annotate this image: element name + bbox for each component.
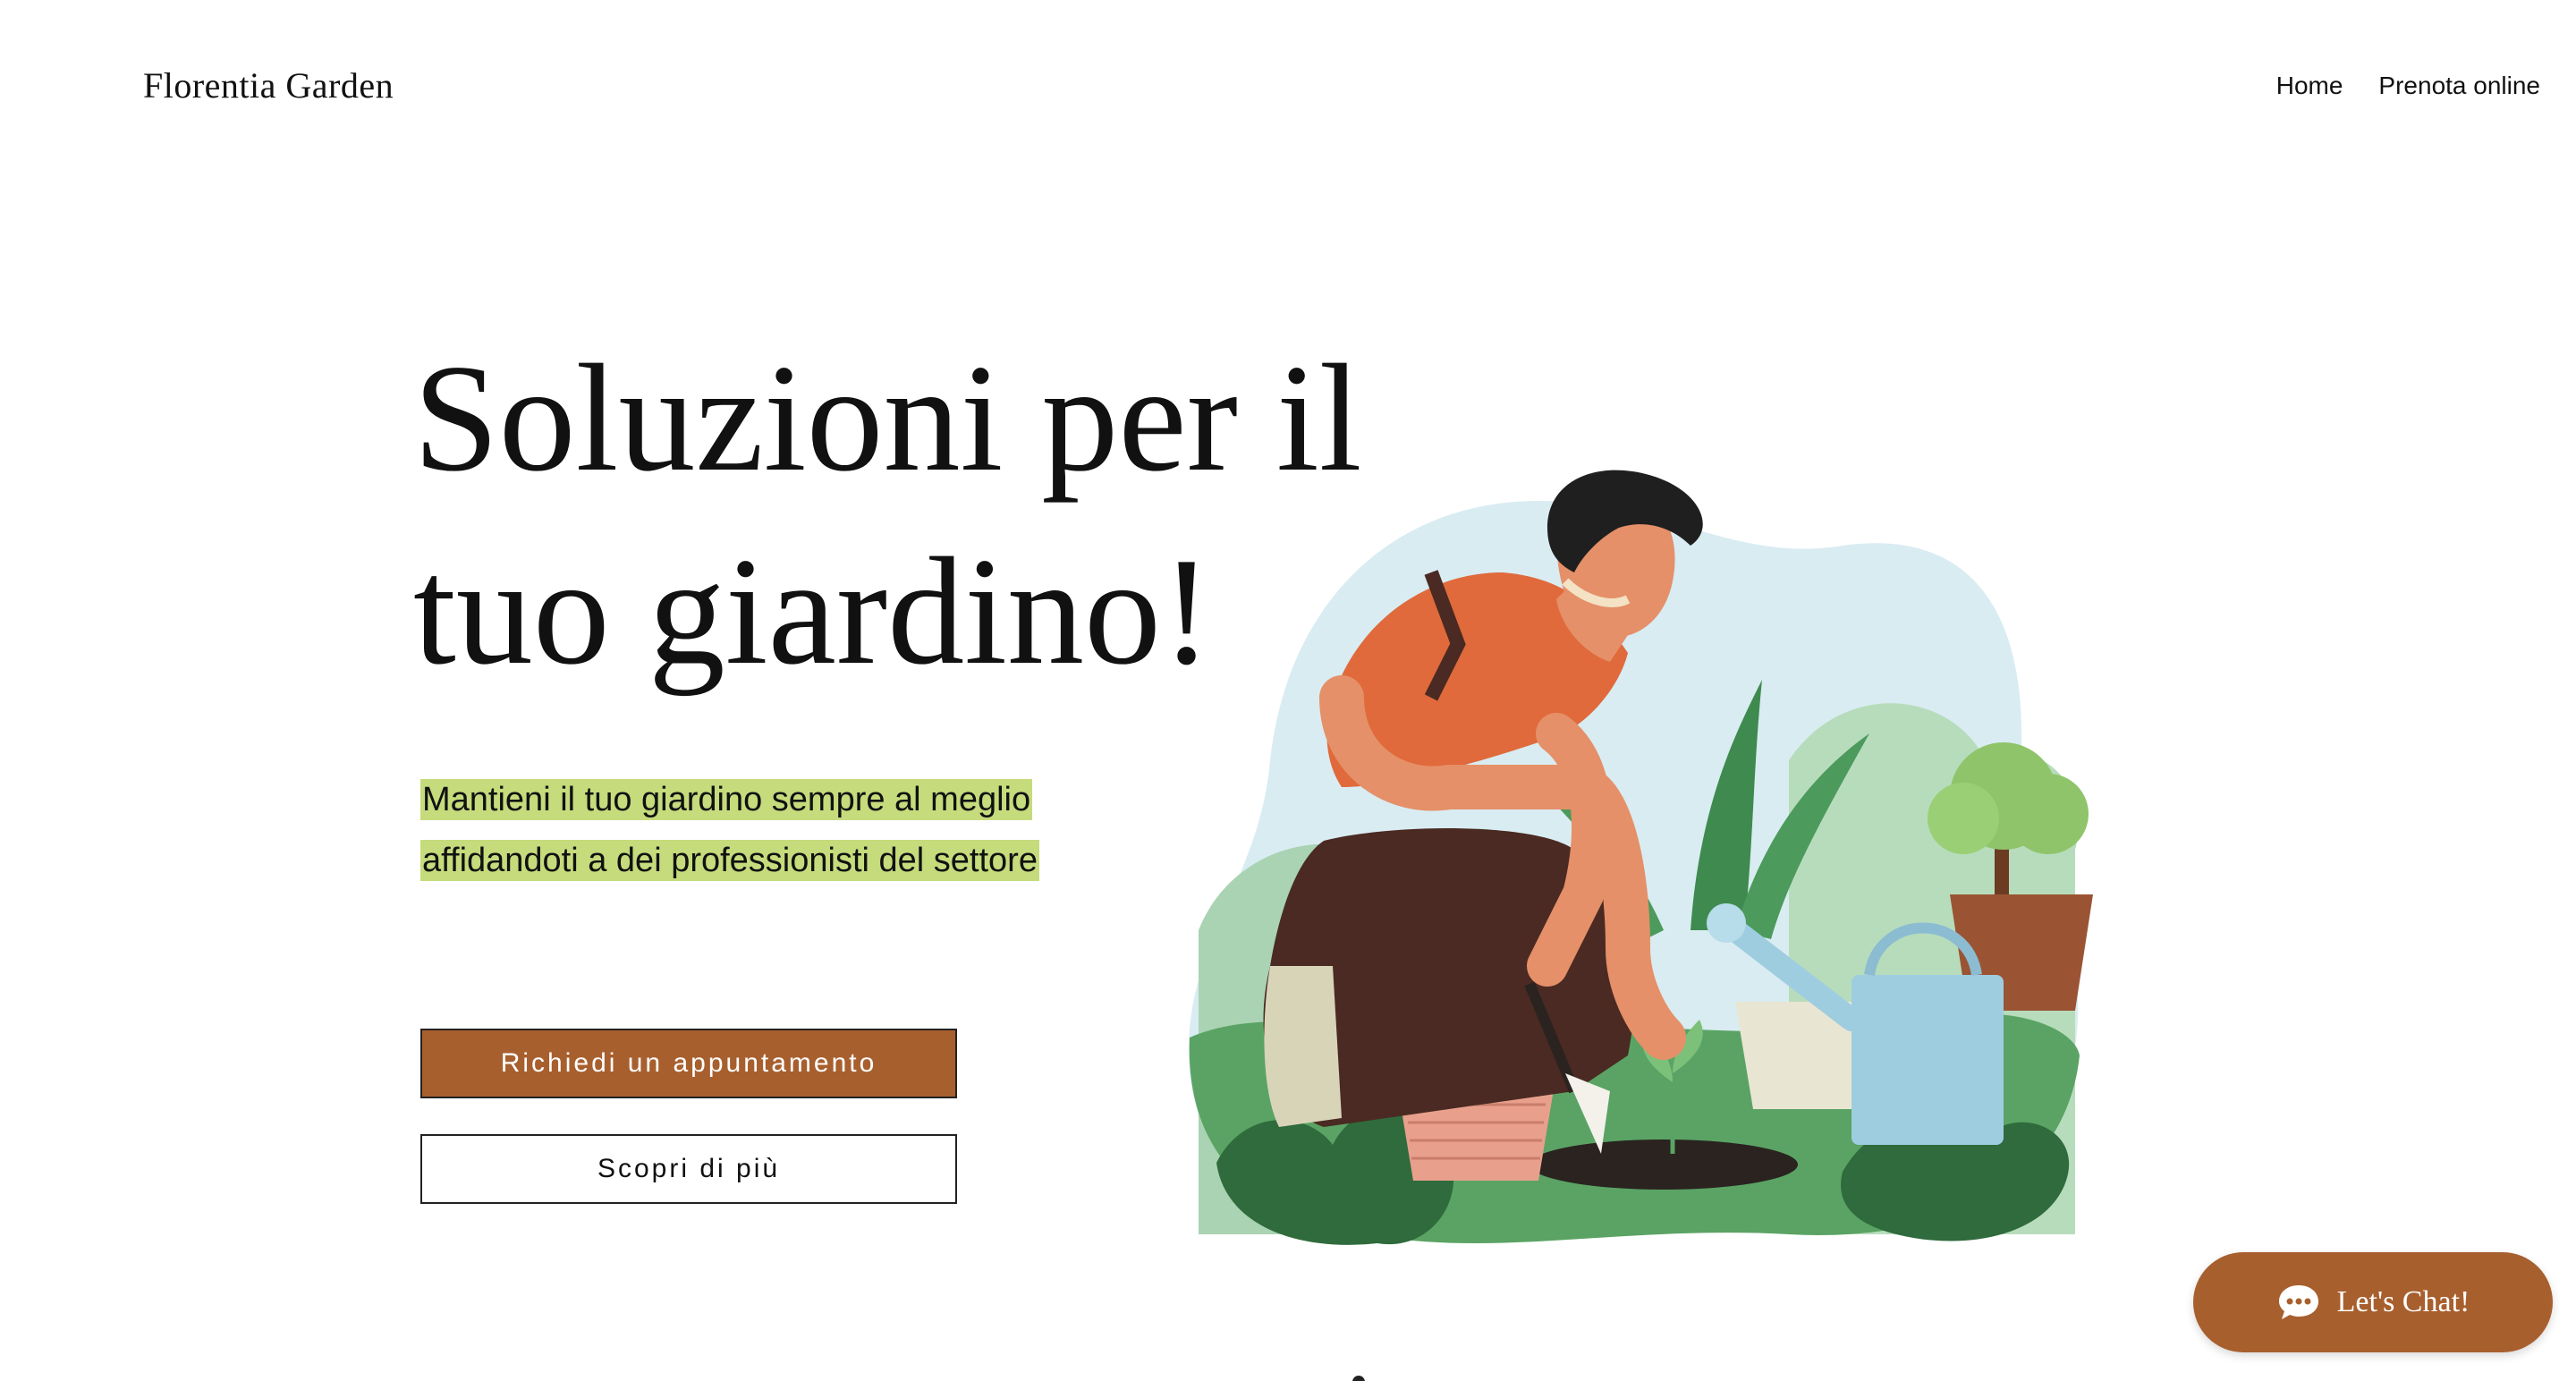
chat-widget-label: Let's Chat! [2336,1285,2470,1318]
hero-subtitle-text: Mantieni il tuo giardino sempre al megli… [420,779,1039,881]
chat-widget-button[interactable]: Let's Chat! [2193,1252,2553,1352]
chat-bubble-icon [2278,1285,2318,1319]
site-logo[interactable]: Florentia Garden [143,64,394,106]
hero-title-line-2: tuo giardino! [413,527,1213,697]
illustration-watering-can [1852,975,2004,1145]
discover-more-button[interactable]: Scopri di più [420,1134,957,1204]
nav-item-prenota-online[interactable]: Prenota online [2378,72,2540,100]
gardener-illustration [1189,470,2093,1245]
nav-item-home[interactable]: Home [2276,72,2343,100]
request-appointment-button[interactable]: Richiedi un appuntamento [420,1029,957,1098]
scroll-indicator [1352,1376,1365,1381]
main-nav: Home Prenota online [2276,72,2540,100]
page: Florentia Garden Home Prenota online Sol… [0,0,2576,1381]
hero-subtitle: Mantieni il tuo giardino sempre al megli… [420,769,1064,891]
